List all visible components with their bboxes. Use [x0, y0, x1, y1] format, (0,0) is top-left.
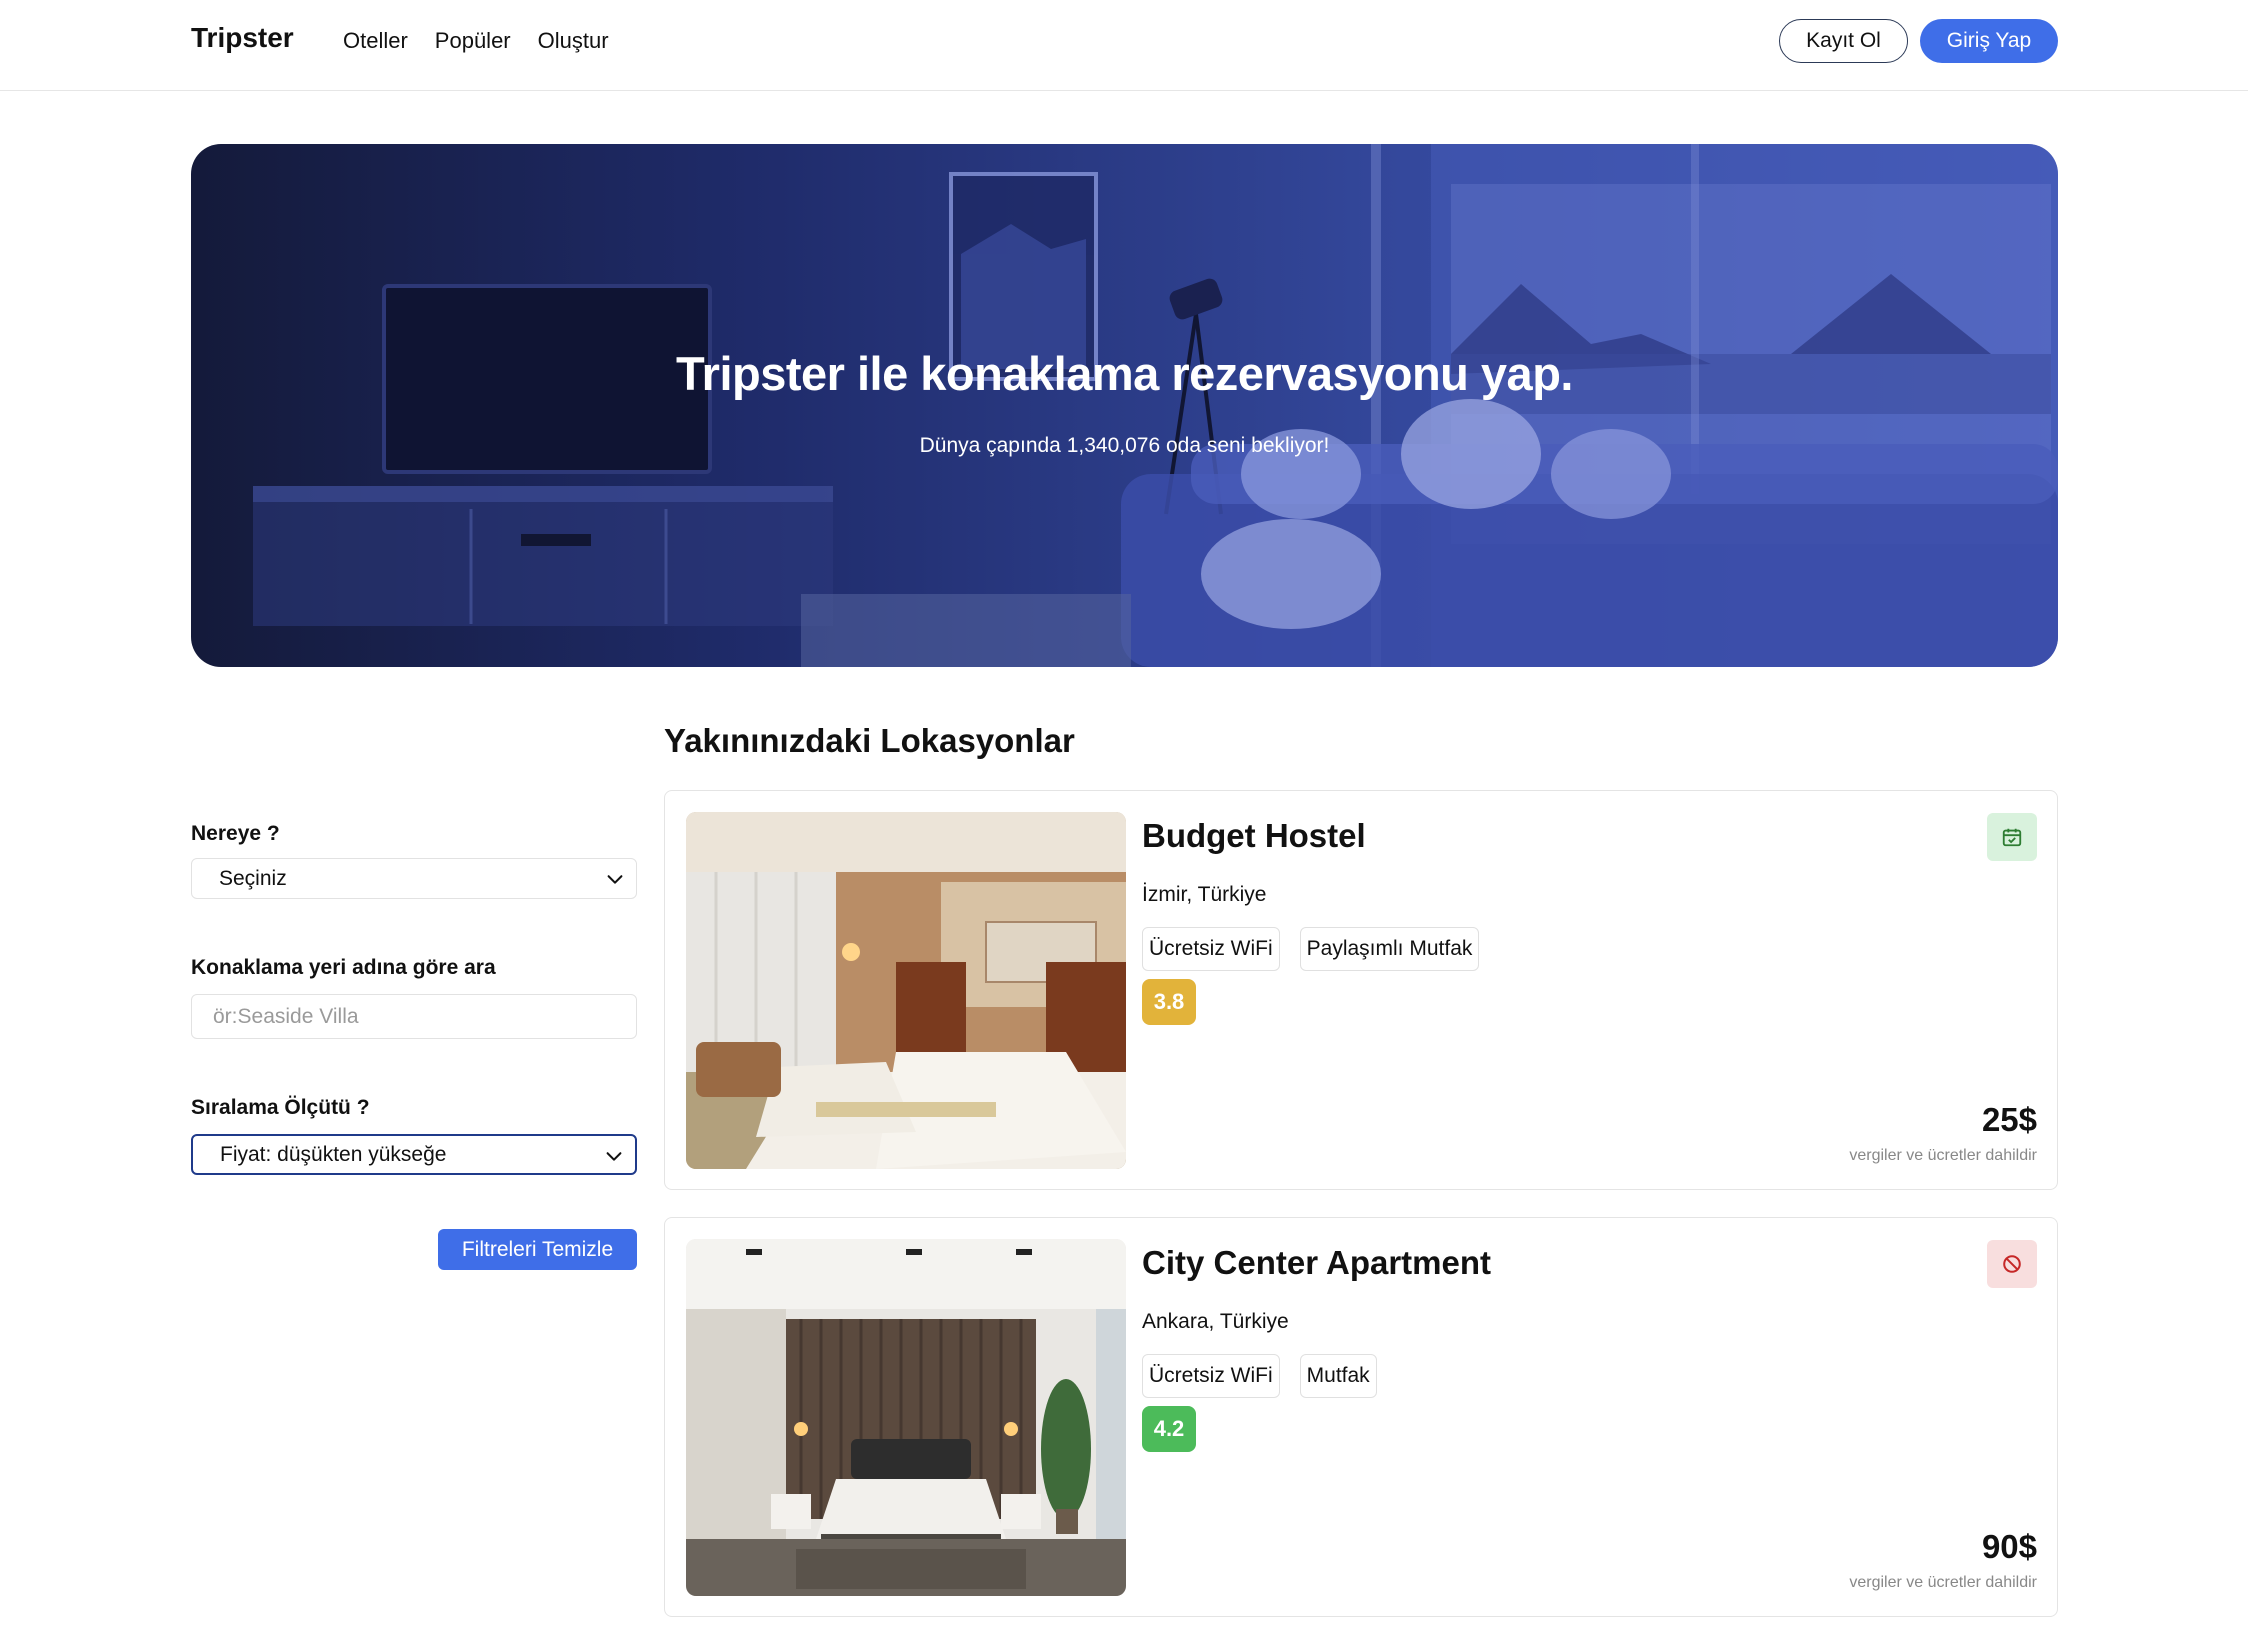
destination-label: Nereye ? [191, 822, 280, 845]
hero-subtitle: Dünya çapında 1,340,076 oda seni bekliyo… [919, 434, 1330, 457]
amenity-tag: Ücretsiz WiFi [1142, 927, 1280, 971]
hero-room-illustration [253, 144, 2058, 667]
listing-card[interactable]: Budget Hostel İzmir, Türkiye Ücretsiz Wi… [664, 790, 2058, 1190]
amenity-tag: Mutfak [1299, 1354, 1377, 1398]
listing-location: Ankara, Türkiye [1142, 1310, 1289, 1333]
sort-label: Sıralama Ölçütü ? [191, 1096, 370, 1119]
top-navbar: Tripster Oteller Popüler Oluştur Kayıt O… [0, 0, 2248, 91]
chevron-down-icon [607, 875, 623, 884]
listing-location: İzmir, Türkiye [1142, 883, 1267, 906]
nav-link-hotels[interactable]: Oteller [343, 28, 408, 54]
listing-photo[interactable] [686, 812, 1126, 1169]
search-placeholder: ör:Seaside Villa [213, 1004, 359, 1028]
login-button[interactable]: Giriş Yap [1920, 19, 2058, 63]
rating-badge: 4.2 [1142, 1406, 1196, 1452]
amenity-tag: Paylaşımlı Mutfak [1299, 927, 1480, 971]
nav-link-popular[interactable]: Popüler [435, 28, 511, 54]
amenity-tags: Ücretsiz WiFi Mutfak [1142, 1354, 1377, 1398]
listing-name[interactable]: City Center Apartment [1142, 1244, 1491, 1282]
destination-select[interactable]: Seçiniz [191, 858, 637, 899]
logo[interactable]: Tripster [191, 22, 294, 54]
hotel-room-photo [686, 812, 1126, 1169]
listing-card[interactable]: City Center Apartment Ankara, Türkiye Üc… [664, 1217, 2058, 1617]
no-entry-icon [2003, 1255, 2021, 1273]
calendar-check-icon [2002, 828, 2022, 847]
sort-select-value: Fiyat: düşükten yükseğe [220, 1142, 447, 1166]
sort-select[interactable]: Fiyat: düşükten yükseğe [191, 1134, 637, 1175]
destination-select-value: Seçiniz [219, 866, 287, 890]
section-title: Yakınınızdaki Lokasyonlar [664, 722, 1075, 759]
listing-photo[interactable] [686, 1239, 1126, 1596]
availability-badge[interactable] [1987, 813, 2037, 861]
availability-badge[interactable] [1987, 1240, 2037, 1288]
listing-price: 90$ [1981, 1528, 2037, 1565]
search-label: Konaklama yeri adına göre ara [191, 956, 496, 979]
listing-price: 25$ [1981, 1101, 2037, 1138]
price-note: vergiler ve ücretler dahildir [1849, 1147, 2037, 1164]
search-input[interactable]: ör:Seaside Villa [191, 994, 637, 1039]
nav-link-create[interactable]: Oluştur [538, 28, 609, 54]
apartment-room-photo [686, 1239, 1126, 1596]
listing-name[interactable]: Budget Hostel [1142, 817, 1366, 855]
hero-title: Tripster ile konaklama rezervasyonu yap. [676, 347, 1573, 400]
amenity-tag: Ücretsiz WiFi [1142, 1354, 1280, 1398]
hero-banner: Tripster ile konaklama rezervasyonu yap.… [191, 144, 2058, 667]
chevron-down-icon [606, 1152, 622, 1161]
price-note: vergiler ve ücretler dahildir [1849, 1574, 2037, 1591]
register-button[interactable]: Kayıt Ol [1779, 19, 1908, 63]
clear-filters-button[interactable]: Filtreleri Temizle [438, 1229, 637, 1270]
rating-badge: 3.8 [1142, 979, 1196, 1025]
main-nav: Oteller Popüler Oluştur [343, 28, 609, 54]
amenity-tags: Ücretsiz WiFi Paylaşımlı Mutfak [1142, 927, 1480, 971]
